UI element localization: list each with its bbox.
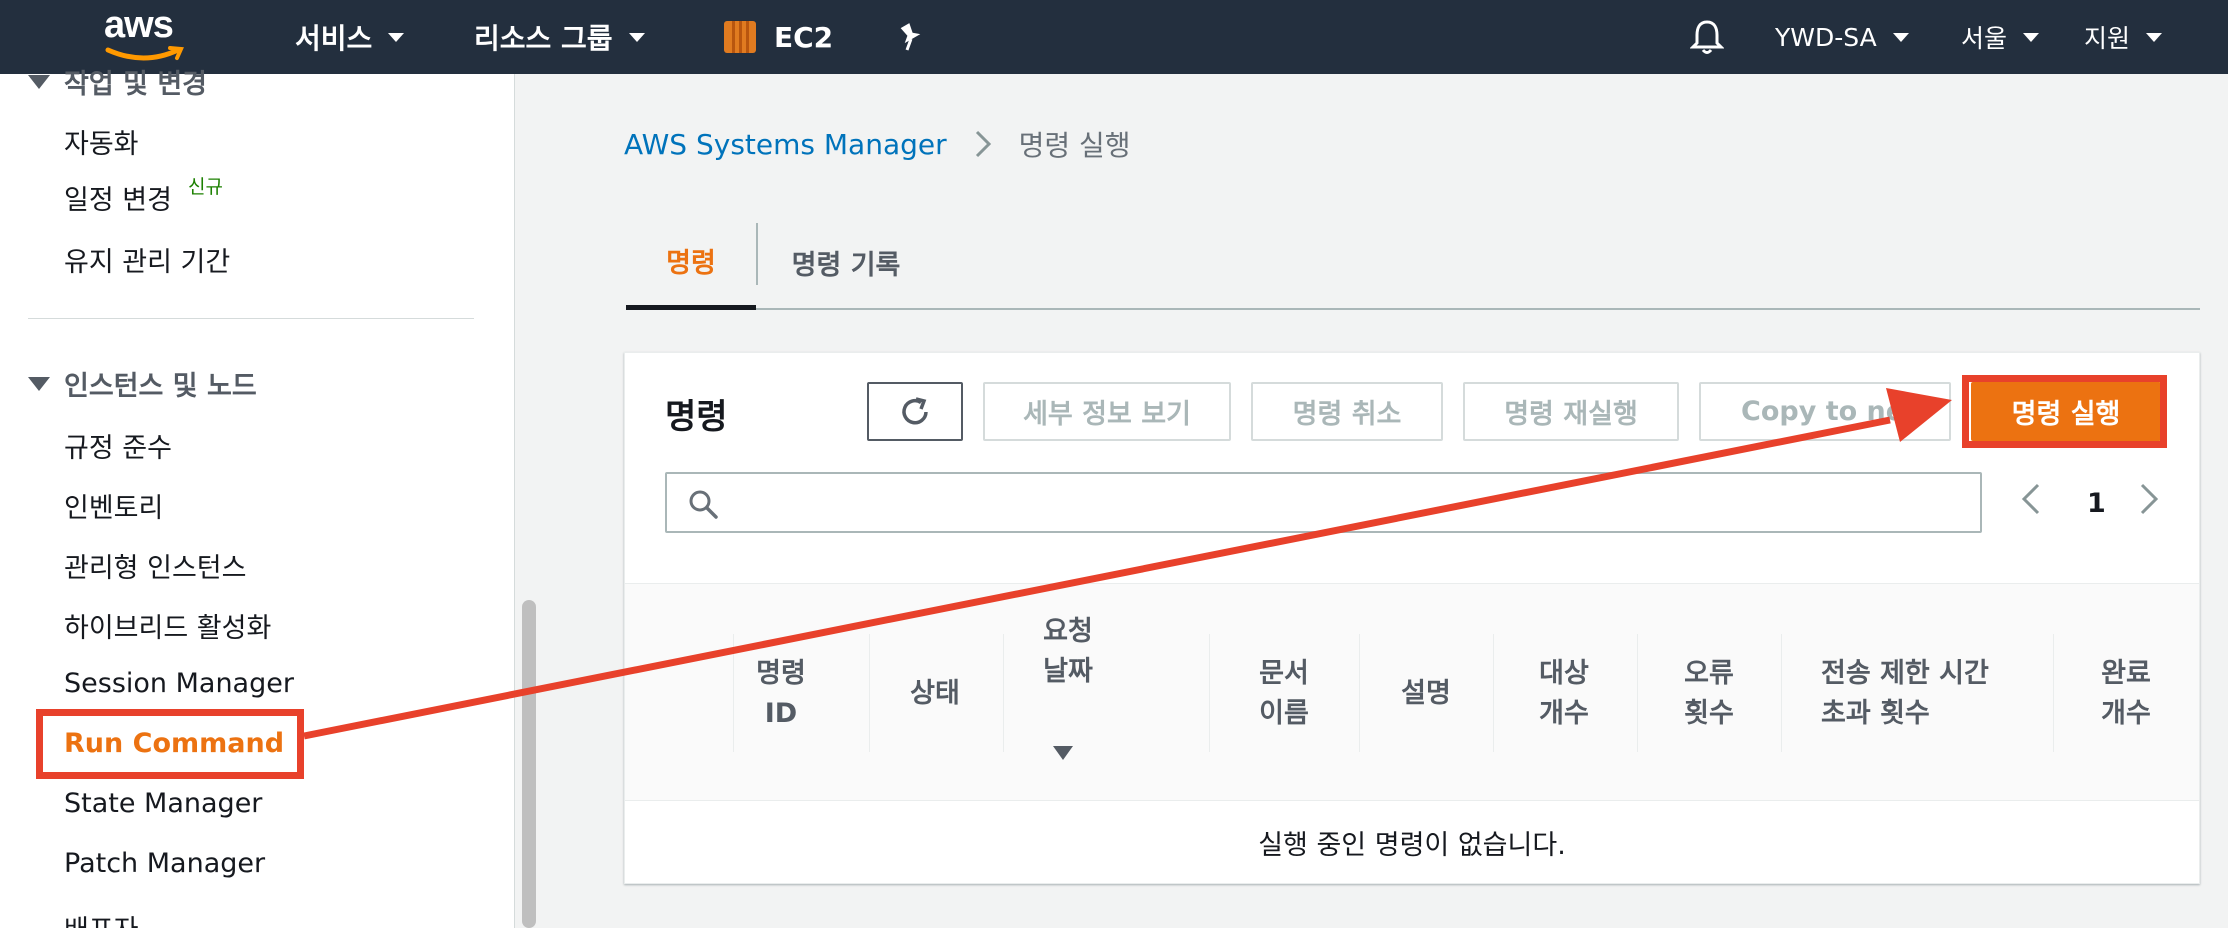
annotation-arrow-line — [303, 416, 1891, 740]
annotation-arrow-head — [1886, 388, 1952, 442]
annotation-arrow — [303, 388, 1952, 740]
